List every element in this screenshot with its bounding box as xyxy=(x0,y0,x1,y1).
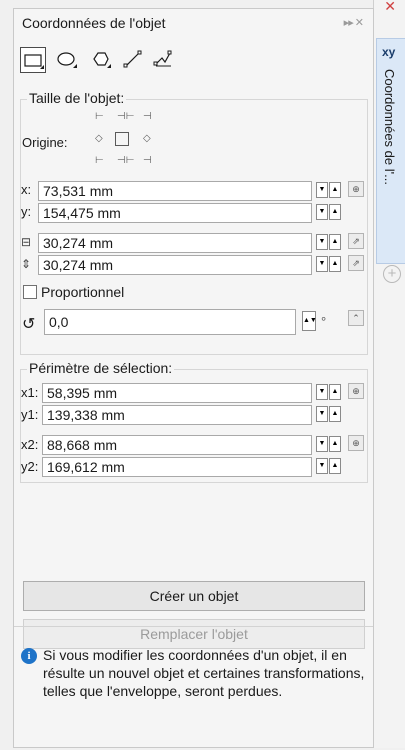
proportional-label: Proportionnel xyxy=(41,284,125,300)
x-label: x: xyxy=(21,182,32,197)
proportional-checkbox[interactable] xyxy=(23,285,37,299)
y-spinner[interactable]: ▼ ▲ xyxy=(316,204,343,222)
x1-spinner[interactable]: ▼ ▲ xyxy=(316,384,343,402)
info-icon: i xyxy=(21,648,37,664)
rectangle-tool-icon[interactable] xyxy=(20,47,46,73)
origin-middle-right-icon[interactable]: ◇ xyxy=(143,133,151,144)
selection-bounds-label: Périmètre de sélection: xyxy=(27,360,175,376)
object-size-label: Taille de l'objet: xyxy=(27,90,127,106)
x1-label: x1: xyxy=(21,385,39,400)
width-field[interactable]: 30,274 mm xyxy=(38,233,312,253)
origin-center-icon[interactable] xyxy=(115,132,129,146)
create-object-button[interactable]: Créer un objet xyxy=(23,581,365,611)
y1-field[interactable]: 139,338 mm xyxy=(42,405,312,425)
x2-spinner[interactable]: ▼ ▲ xyxy=(316,436,343,454)
y2-field[interactable]: 169,612 mm xyxy=(42,457,312,477)
height-icon: ⇕ xyxy=(21,257,32,271)
y1-label: y1: xyxy=(21,407,39,422)
origin-top-right-icon[interactable]: ⊣ xyxy=(143,111,152,122)
expand-arrows-icon[interactable]: ▸▸ ✕ xyxy=(344,16,364,29)
origin-label: Origine: xyxy=(22,135,68,150)
rotation-apply-icon[interactable]: ⌃ xyxy=(348,310,364,326)
docker-title: Coordonnées de l'objet xyxy=(22,15,166,31)
docker-tab-label: Coordonnées de l'... xyxy=(382,69,397,185)
add-docker-icon[interactable]: + xyxy=(383,265,401,283)
y2-spinner[interactable]: ▼ ▲ xyxy=(316,458,343,476)
origin-top-left-icon[interactable]: ⊢ xyxy=(95,111,104,122)
height-spinner[interactable]: ▼ ▲ xyxy=(316,256,343,274)
x-position-field[interactable]: 73,531 mm xyxy=(38,181,312,201)
origin-selector: ⊢ ⊣⊢ ⊣ ◇ ◇ ⊢ ⊣⊢ ⊣ xyxy=(95,111,159,169)
size-link-icon[interactable]: ⇗ xyxy=(348,255,364,271)
coordinates-icon: xy xyxy=(382,45,396,59)
degree-symbol: ° xyxy=(321,314,327,329)
polyline-tool-icon[interactable] xyxy=(150,47,176,73)
rotation-field[interactable]: 0,0 xyxy=(44,309,296,335)
origin-middle-left-icon[interactable]: ◇ xyxy=(95,133,103,144)
polygon-tool-icon[interactable] xyxy=(88,47,114,73)
bounds-lock-icon[interactable]: ⊕ xyxy=(348,383,364,399)
x2-field[interactable]: 88,668 mm xyxy=(42,435,312,455)
position-lock-icon[interactable]: ⊕ xyxy=(348,181,364,197)
line-tool-icon[interactable] xyxy=(120,47,146,73)
rotation-icon: ↺ xyxy=(22,316,36,333)
x2-label: x2: xyxy=(21,437,39,452)
info-text: Si vous modifier les coordonnées d'un ob… xyxy=(43,647,365,699)
origin-bottom-right-icon[interactable]: ⊣ xyxy=(143,155,152,166)
size-link-icon[interactable]: ⇗ xyxy=(348,233,364,249)
y2-label: y2: xyxy=(21,459,39,474)
x-spinner[interactable]: ▼ ▲ xyxy=(316,182,343,200)
ellipse-tool-icon[interactable] xyxy=(54,47,80,73)
close-icon[interactable]: ✕ xyxy=(384,0,396,15)
origin-bottom-center-icon[interactable]: ⊣⊢ xyxy=(117,155,134,166)
docker-titlebar: Coordonnées de l'objet ▸▸ ✕ xyxy=(14,9,373,37)
origin-top-center-icon[interactable]: ⊣⊢ xyxy=(117,111,134,122)
bounds-lock-icon[interactable]: ⊕ xyxy=(348,435,364,451)
y-label: y: xyxy=(21,204,32,219)
x1-field[interactable]: 58,395 mm xyxy=(42,383,312,403)
width-icon: ⊟ xyxy=(21,235,32,249)
width-spinner[interactable]: ▼ ▲ xyxy=(316,234,343,252)
coordinates-docker: Coordonnées de l'objet ▸▸ ✕ Taille de l'… xyxy=(13,8,374,748)
height-field[interactable]: 30,274 mm xyxy=(38,255,312,275)
y-position-field[interactable]: 154,475 mm xyxy=(38,203,312,223)
y1-spinner[interactable]: ▼ ▲ xyxy=(316,406,343,424)
origin-bottom-left-icon[interactable]: ⊢ xyxy=(95,155,104,166)
docker-tab-coordinates[interactable]: xy Coordonnées de l'... xyxy=(376,38,405,264)
info-panel: i Si vous modifier les coordonnées d'un … xyxy=(14,626,373,750)
